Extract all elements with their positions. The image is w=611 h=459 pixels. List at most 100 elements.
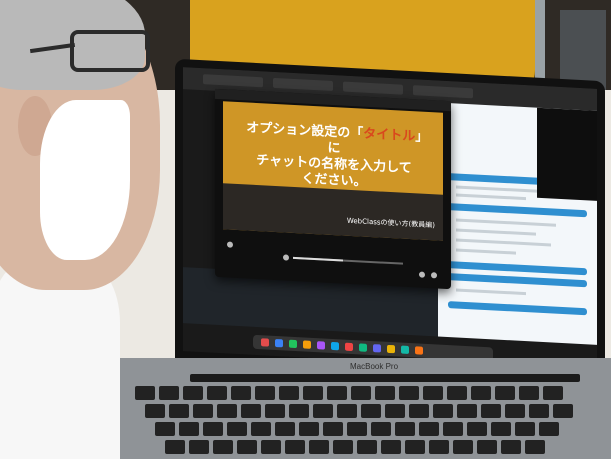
key[interactable]	[251, 422, 271, 436]
app-icon[interactable]	[387, 344, 395, 354]
key[interactable]	[309, 440, 329, 454]
key[interactable]	[409, 404, 429, 418]
key[interactable]	[261, 440, 281, 454]
key[interactable]	[539, 422, 559, 436]
key[interactable]	[145, 404, 165, 418]
key[interactable]	[385, 404, 405, 418]
video-progress-fill	[293, 256, 343, 262]
key[interactable]	[323, 422, 343, 436]
key[interactable]	[491, 422, 511, 436]
key[interactable]	[529, 404, 549, 418]
video-player[interactable]: オプション設定の「タイトル」に チャットの名称を入力して ください。 WebCl…	[215, 88, 451, 290]
key[interactable]	[361, 404, 381, 418]
key[interactable]	[313, 404, 333, 418]
key[interactable]	[241, 404, 261, 418]
key[interactable]	[371, 422, 391, 436]
app-icon[interactable]	[373, 344, 381, 353]
key[interactable]	[207, 386, 227, 400]
key[interactable]	[433, 404, 453, 418]
face-mask	[40, 100, 130, 260]
key[interactable]	[333, 440, 353, 454]
key[interactable]	[237, 440, 257, 454]
key[interactable]	[453, 440, 473, 454]
key[interactable]	[303, 386, 323, 400]
browser-tab[interactable]	[203, 74, 263, 88]
key[interactable]	[193, 404, 213, 418]
form-row	[456, 193, 526, 201]
app-icon[interactable]	[261, 338, 269, 347]
key[interactable]	[285, 440, 305, 454]
key[interactable]	[183, 386, 203, 400]
browser-tab[interactable]	[343, 81, 403, 95]
key[interactable]	[275, 422, 295, 436]
slide-text-highlight: タイトル	[363, 126, 416, 145]
key[interactable]	[405, 440, 425, 454]
play-icon[interactable]	[227, 241, 233, 248]
app-icon[interactable]	[275, 338, 283, 348]
browser-tab[interactable]	[413, 85, 473, 99]
laptop-base: MacBook Pro	[95, 358, 611, 459]
key[interactable]	[501, 440, 521, 454]
key[interactable]	[381, 440, 401, 454]
key[interactable]	[423, 386, 443, 400]
key[interactable]	[471, 386, 491, 400]
app-icon[interactable]	[303, 340, 311, 349]
key[interactable]	[495, 386, 515, 400]
key[interactable]	[299, 422, 319, 436]
video-controls[interactable]	[223, 235, 443, 283]
key[interactable]	[213, 440, 233, 454]
key[interactable]	[447, 386, 467, 400]
key[interactable]	[255, 386, 275, 400]
key[interactable]	[165, 440, 185, 454]
key[interactable]	[337, 404, 357, 418]
key[interactable]	[155, 422, 175, 436]
key[interactable]	[357, 440, 377, 454]
key[interactable]	[477, 440, 497, 454]
key[interactable]	[203, 422, 223, 436]
settings-icon[interactable]	[431, 272, 437, 279]
key[interactable]	[419, 422, 439, 436]
app-icon[interactable]	[401, 345, 409, 354]
app-icon[interactable]	[289, 339, 297, 349]
key[interactable]	[443, 422, 463, 436]
key[interactable]	[505, 404, 525, 418]
key[interactable]	[399, 386, 419, 400]
key[interactable]	[169, 404, 189, 418]
key[interactable]	[543, 386, 563, 400]
touch-bar[interactable]	[190, 374, 580, 382]
keyboard[interactable]	[135, 384, 605, 459]
key[interactable]	[289, 404, 309, 418]
key[interactable]	[279, 386, 299, 400]
video-progress-bar[interactable]	[293, 256, 403, 265]
volume-icon[interactable]	[283, 254, 289, 261]
key[interactable]	[395, 422, 415, 436]
key[interactable]	[265, 404, 285, 418]
form-row	[456, 248, 516, 255]
key[interactable]	[351, 386, 371, 400]
key[interactable]	[519, 386, 539, 400]
key[interactable]	[553, 404, 573, 418]
app-icon[interactable]	[359, 343, 367, 352]
key[interactable]	[189, 440, 209, 454]
key[interactable]	[347, 422, 367, 436]
key[interactable]	[231, 386, 251, 400]
key[interactable]	[217, 404, 237, 418]
app-icon[interactable]	[331, 341, 339, 351]
key[interactable]	[227, 422, 247, 436]
key[interactable]	[159, 386, 179, 400]
key[interactable]	[457, 404, 477, 418]
key[interactable]	[327, 386, 347, 400]
app-icon[interactable]	[345, 342, 353, 352]
key[interactable]	[375, 386, 395, 400]
pause-icon[interactable]	[419, 271, 425, 278]
key[interactable]	[179, 422, 199, 436]
key[interactable]	[525, 440, 545, 454]
app-icon[interactable]	[317, 341, 325, 350]
key[interactable]	[467, 422, 487, 436]
browser-tab[interactable]	[273, 77, 333, 92]
key[interactable]	[481, 404, 501, 418]
key[interactable]	[515, 422, 535, 436]
key[interactable]	[135, 386, 155, 400]
app-icon[interactable]	[415, 346, 423, 355]
key[interactable]	[429, 440, 449, 454]
